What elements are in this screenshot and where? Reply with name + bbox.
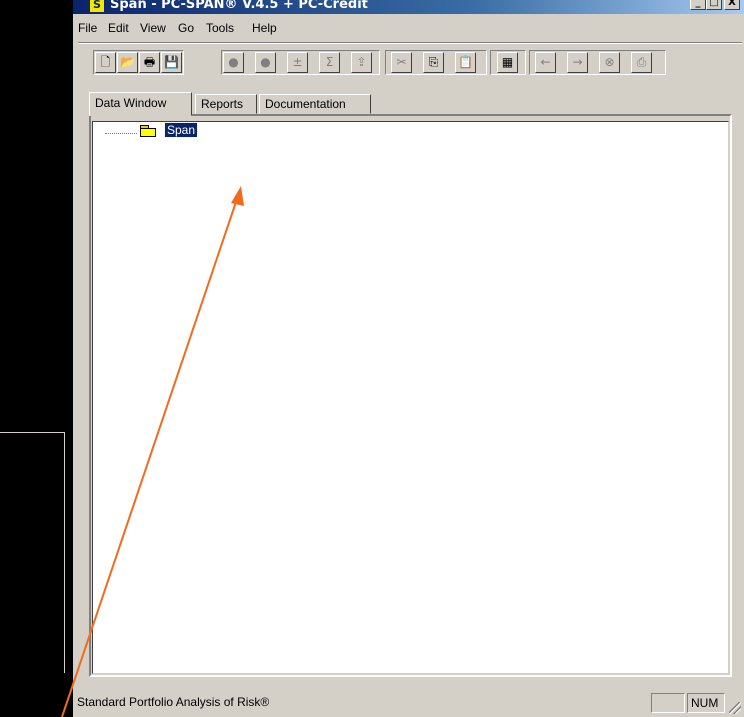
title-bar[interactable]: S Span - PC-SPAN® V.4.5 + PC-Credit _ □ … — [73, 0, 744, 14]
circle-two-icon[interactable]: ● — [255, 52, 276, 73]
back-arrow-icon[interactable]: ← — [535, 52, 556, 73]
sigma-icon[interactable]: Σ — [319, 52, 340, 73]
print-preview-icon[interactable]: 🖶 — [139, 52, 160, 73]
num-lock-indicator: NUM — [687, 693, 725, 713]
print-icon[interactable]: ⎙ — [631, 52, 652, 73]
status-pane-empty — [651, 693, 685, 713]
status-text: Standard Portfolio Analysis of Risk® — [77, 695, 270, 709]
menu-help[interactable]: Help — [252, 21, 277, 35]
cut-icon[interactable]: ✂ — [391, 52, 412, 73]
export-icon[interactable]: ⇪ — [351, 52, 372, 73]
menu-go[interactable]: Go — [178, 21, 194, 35]
paste-icon[interactable]: 📋 — [455, 52, 476, 73]
toolbar: 🗋 📂 🖶 💾 ● ● ± Σ ⇪ ✂ ⎘ 📋 ▦ ← → ⊗ ⎙ — [78, 42, 742, 82]
save-icon[interactable]: 💾 — [161, 52, 182, 73]
status-bar: Standard Portfolio Analysis of Risk® NUM — [73, 690, 744, 717]
forward-arrow-icon[interactable]: → — [567, 52, 588, 73]
data-window-panel: Span — [89, 114, 732, 677]
menu-view[interactable]: View — [140, 21, 166, 35]
app-icon[interactable]: S — [90, 0, 104, 12]
tab-documentation[interactable]: Documentation — [259, 94, 371, 114]
open-folder-icon[interactable]: 📂 — [117, 52, 138, 73]
folder-icon[interactable] — [140, 125, 156, 137]
stop-icon[interactable]: ⊗ — [599, 52, 620, 73]
menu-bar: File Edit View Go Tools Help — [73, 18, 744, 40]
maximize-button[interactable]: □ — [706, 0, 722, 10]
resize-grip-icon[interactable] — [729, 702, 741, 714]
window-title: Span - PC-SPAN® V.4.5 + PC-Credit — [110, 0, 368, 12]
menu-file[interactable]: File — [78, 21, 97, 35]
tree-connector — [105, 133, 137, 134]
app-window: S Span - PC-SPAN® V.4.5 + PC-Credit _ □ … — [73, 0, 744, 717]
close-button[interactable]: X — [724, 0, 740, 10]
copy-icon[interactable]: ⎘ — [423, 52, 444, 73]
background-window-edge — [0, 432, 65, 673]
tab-data-window[interactable]: Data Window — [89, 92, 192, 116]
calculator-icon[interactable]: ▦ — [497, 52, 518, 73]
minimize-button[interactable]: _ — [690, 0, 706, 10]
plus-minus-icon[interactable]: ± — [287, 52, 308, 73]
tree-node-span[interactable]: Span — [163, 122, 199, 138]
tab-reports[interactable]: Reports — [195, 94, 257, 114]
circle-one-icon[interactable]: ● — [223, 52, 244, 73]
menu-tools[interactable]: Tools — [206, 21, 234, 35]
new-document-icon[interactable]: 🗋 — [95, 52, 116, 73]
tree-view[interactable]: Span — [92, 121, 729, 674]
menu-edit[interactable]: Edit — [108, 21, 129, 35]
toolbar-divider — [78, 42, 742, 44]
folder-icon-body — [140, 128, 156, 137]
